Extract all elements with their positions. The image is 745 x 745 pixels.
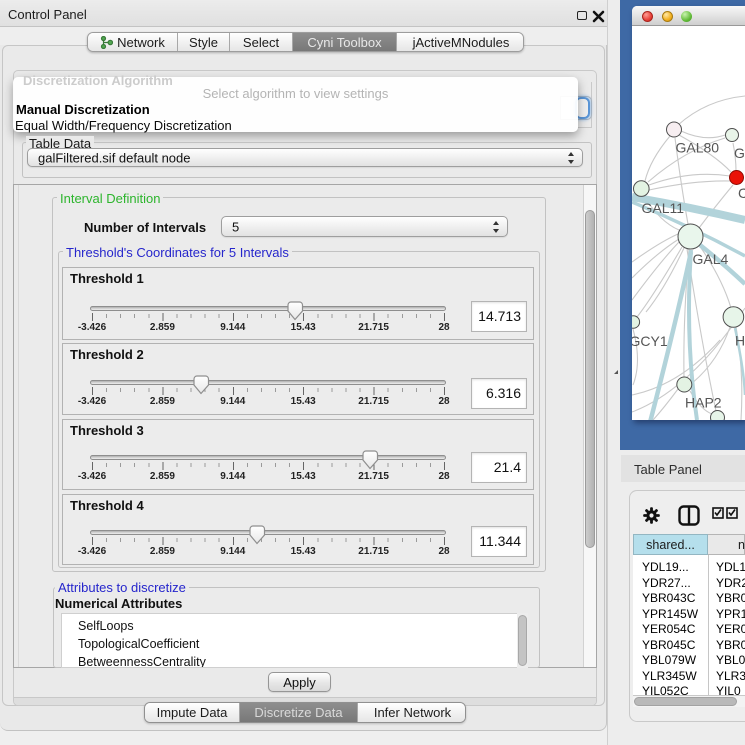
svg-text:H: H	[735, 333, 745, 349]
svg-text:HAP2: HAP2	[685, 395, 722, 411]
svg-text:GA: GA	[734, 145, 745, 161]
svg-text:C: C	[738, 185, 745, 201]
svg-text:GAL80: GAL80	[676, 140, 720, 156]
svg-text:GCY1: GCY1	[632, 333, 668, 349]
svg-text:GAL11: GAL11	[642, 200, 685, 216]
svg-text:GAL4: GAL4	[693, 251, 729, 267]
